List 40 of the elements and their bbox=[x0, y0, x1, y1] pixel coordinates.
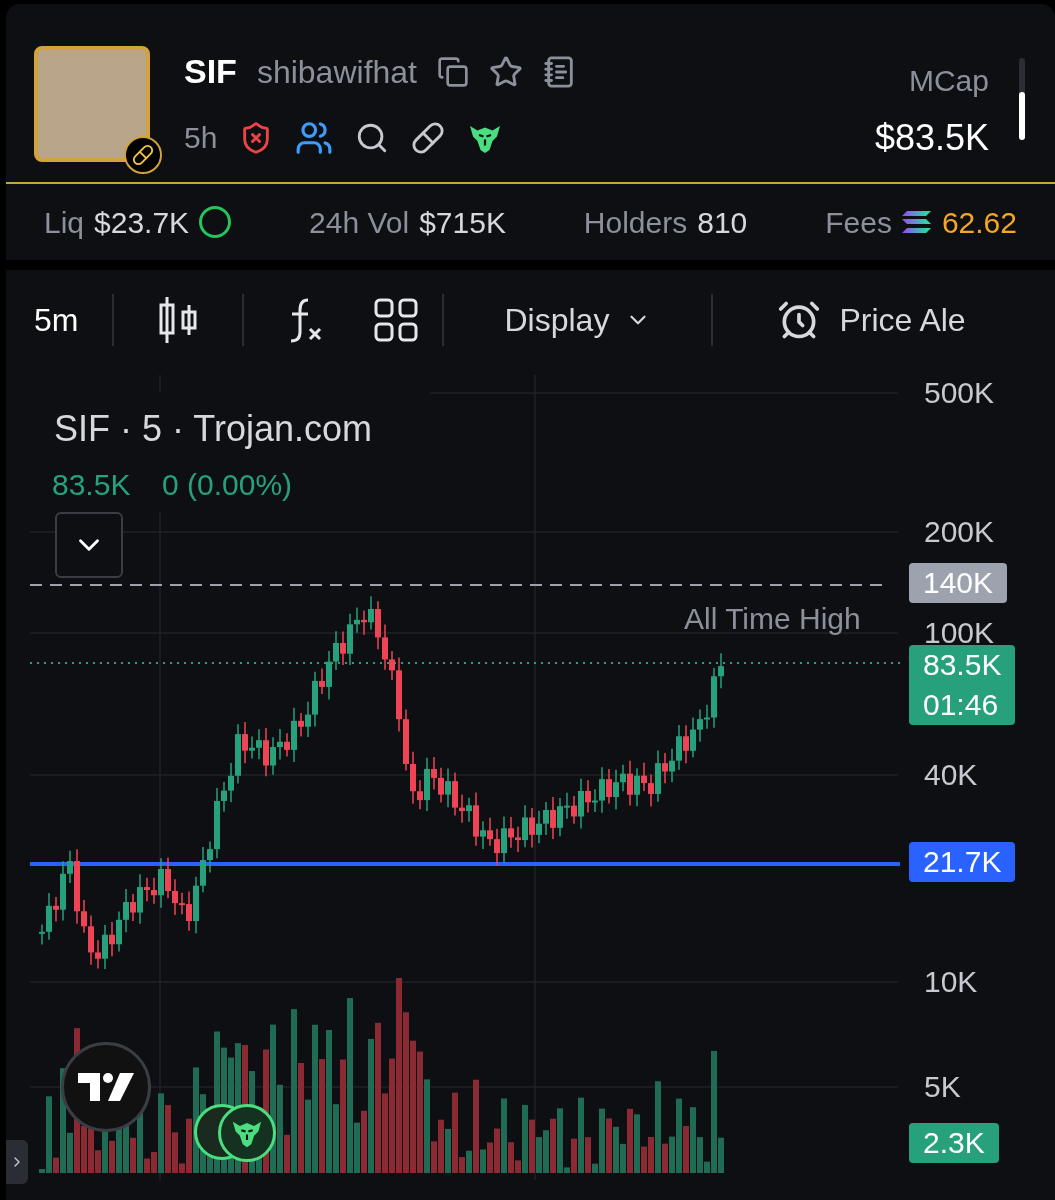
stat-label: 24h Vol bbox=[309, 204, 410, 241]
stat-label: Liq bbox=[44, 204, 85, 241]
price-tag: 140K bbox=[909, 563, 1008, 603]
axis-label: 500K bbox=[924, 376, 995, 410]
axis-label: 5K bbox=[924, 1070, 961, 1104]
legend-value: 83.5K bbox=[52, 467, 131, 503]
mcap-value: $83.5K bbox=[874, 116, 989, 160]
grid-icon bbox=[374, 298, 419, 342]
interval-button[interactable]: 5m bbox=[34, 294, 115, 346]
stat-value: $23.7K bbox=[94, 204, 190, 241]
price-alert-button[interactable]: Price Ale bbox=[713, 294, 966, 346]
price-tag: 83.5K 01:46 bbox=[909, 645, 1016, 725]
display-button[interactable]: Display bbox=[444, 294, 714, 346]
axis-label: 10K bbox=[924, 965, 978, 999]
axis-label: 40K bbox=[924, 758, 978, 792]
side-expand-button[interactable] bbox=[6, 1140, 28, 1184]
token-age: 5h bbox=[184, 120, 218, 156]
axis-label: 200K bbox=[924, 515, 995, 549]
stat-value: 62.62 bbox=[941, 204, 1017, 241]
chart-title: SIF · 5 · Trojan.com bbox=[54, 407, 373, 451]
stat-label: Fees bbox=[825, 204, 892, 241]
mcap-label: MCap bbox=[908, 63, 989, 99]
pill-icon[interactable] bbox=[411, 120, 446, 155]
star-icon[interactable] bbox=[489, 54, 523, 89]
candlestick-icon bbox=[158, 295, 199, 345]
legend-change: 0 (0.00%) bbox=[162, 467, 293, 503]
ath-label: All Time High bbox=[684, 601, 861, 637]
price-tag: 2.3K bbox=[909, 1123, 999, 1163]
copy-icon[interactable] bbox=[437, 55, 469, 88]
stat-value: 810 bbox=[697, 204, 748, 241]
price-tag: 21.7K bbox=[909, 842, 1016, 882]
stat-value: $715K bbox=[419, 204, 506, 241]
token-name: shibawifhat bbox=[256, 52, 417, 92]
logo-icon bbox=[78, 1073, 134, 1101]
token-symbol: SIF bbox=[184, 51, 237, 92]
stat-label: Holders bbox=[583, 204, 688, 241]
pill-badge-icon bbox=[124, 136, 162, 174]
status-ring-icon bbox=[199, 206, 232, 238]
coin-logo-icon bbox=[901, 210, 932, 234]
avatar-stack-icon[interactable] bbox=[194, 1104, 276, 1162]
